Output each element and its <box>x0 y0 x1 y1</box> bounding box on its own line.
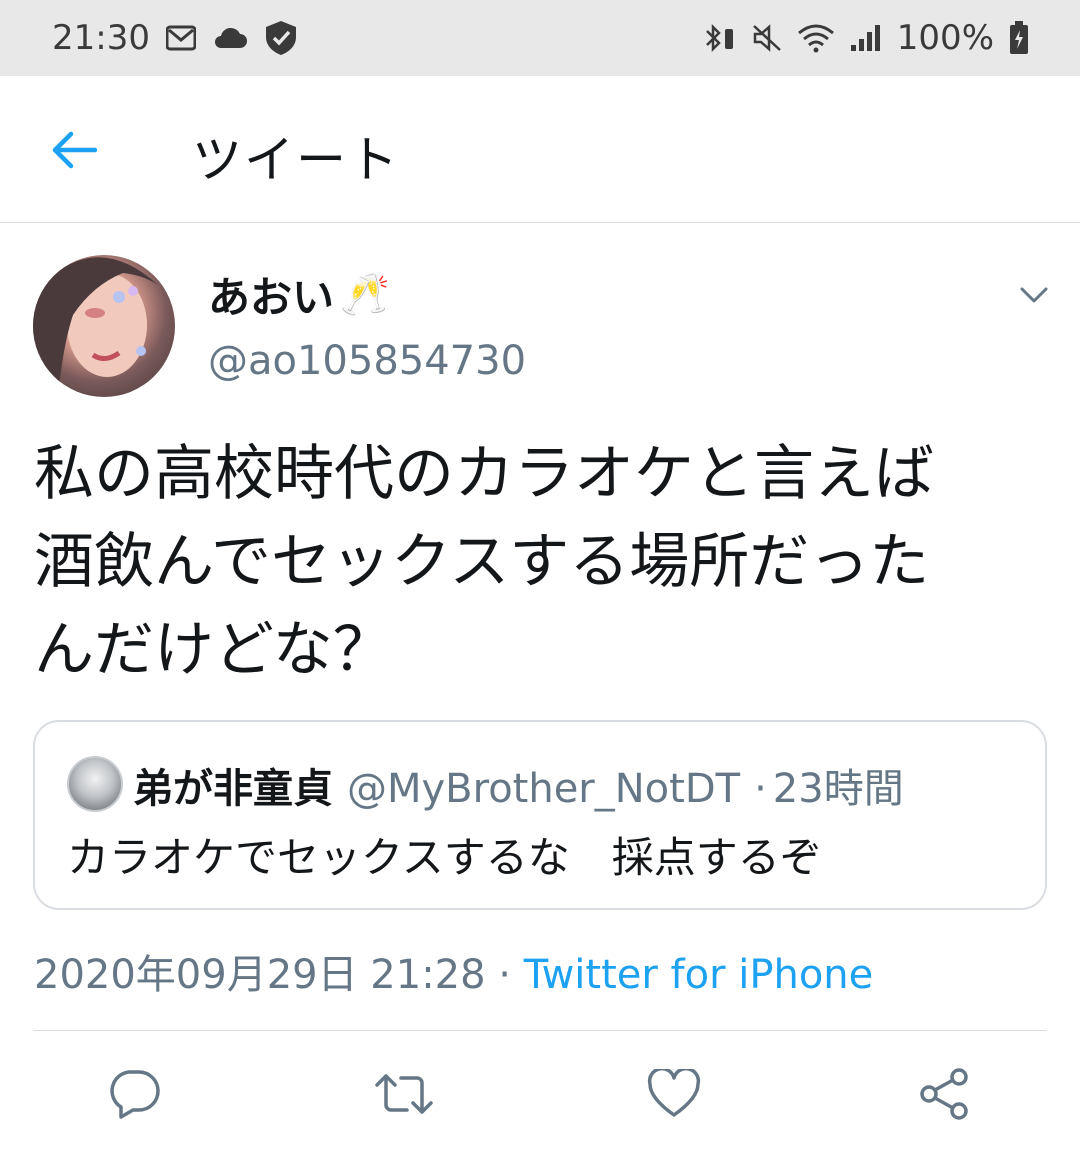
signal-icon <box>849 23 883 53</box>
bluetooth-icon <box>703 23 737 53</box>
page-title: ツイート <box>192 131 400 189</box>
quoted-author-handle: @MyBrother_NotDT <box>347 766 741 812</box>
quoted-author-name: 弟が非童貞 <box>133 766 333 812</box>
mute-icon <box>751 23 783 53</box>
tweet-timestamp: 2020年09月29日 21:28 · Twitter for iPhone <box>34 942 873 1000</box>
chevron-down-icon <box>1020 287 1048 303</box>
shield-check-icon <box>264 20 298 56</box>
status-bar: 21:30 100% <box>0 0 1080 76</box>
quoted-separator: · <box>754 766 767 812</box>
tweet-action-bar <box>0 1062 1080 1126</box>
timestamp-separator: · <box>485 952 524 998</box>
source-link[interactable]: Twitter for iPhone <box>524 952 874 998</box>
author-avatar[interactable] <box>33 255 175 397</box>
top-app-bar: ツイート <box>0 76 1080 223</box>
quoted-author-avatar <box>67 756 123 812</box>
quoted-tweet-age: 23時間 <box>772 766 904 812</box>
display-name-text: あおい <box>208 273 335 322</box>
reply-icon <box>110 1070 160 1119</box>
like-button[interactable] <box>642 1062 706 1126</box>
back-button[interactable] <box>46 126 102 174</box>
author-display-name[interactable]: あおい 🥂 <box>208 264 390 325</box>
gmail-icon <box>165 25 196 51</box>
tweet-options-button[interactable] <box>1014 280 1054 310</box>
cheers-emoji: 🥂 <box>340 272 390 318</box>
wifi-icon <box>797 23 835 53</box>
status-time: 21:30 <box>52 18 150 58</box>
heart-icon <box>647 1069 701 1117</box>
retweet-icon <box>375 1074 433 1114</box>
retweet-button[interactable] <box>372 1062 436 1126</box>
share-button[interactable] <box>912 1062 976 1126</box>
battery-charging-icon <box>1008 21 1030 55</box>
share-icon <box>920 1068 968 1120</box>
divider <box>33 1030 1047 1031</box>
quoted-tweet-card[interactable]: 弟が非童貞 @MyBrother_NotDT · 23時間 カラオケでセックスす… <box>33 720 1047 910</box>
author-handle[interactable]: @ao105854730 <box>208 338 526 384</box>
timestamp-text: 2020年09月29日 21:28 <box>34 952 486 998</box>
reply-button[interactable] <box>102 1062 166 1126</box>
quoted-tweet-text: カラオケでセックスするな 採点するぞ <box>67 833 822 882</box>
tweet-text: 私の高校時代のカラオケと言えば 酒飲んでセックスする場所だった んだけどな？ <box>34 439 934 685</box>
quoted-tweet-header: 弟が非童貞 @MyBrother_NotDT · 23時間 <box>133 756 904 814</box>
cloud-icon <box>212 26 248 50</box>
battery-percent: 100% <box>896 18 994 58</box>
arrow-left-icon <box>52 131 97 169</box>
